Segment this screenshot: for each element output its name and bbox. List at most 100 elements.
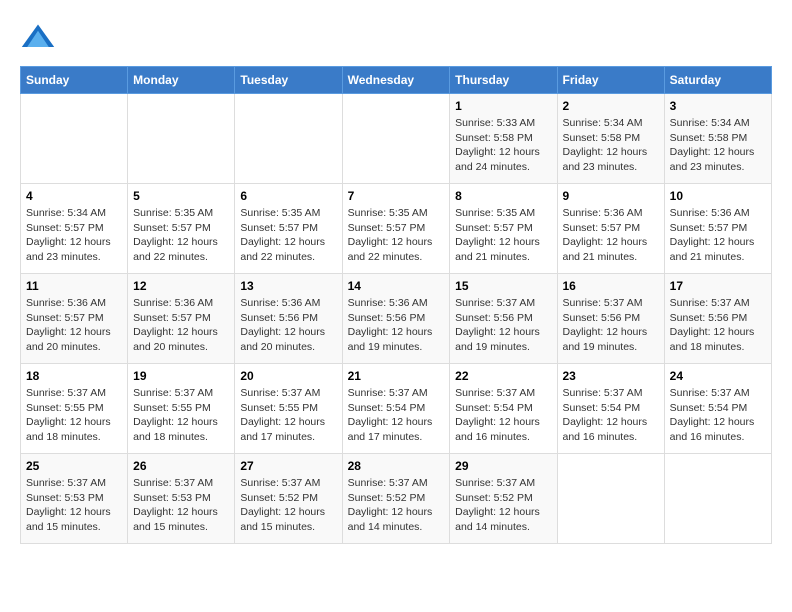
calendar-week-row: 4 Sunrise: 5:34 AM Sunset: 5:57 PM Daylig… <box>21 184 772 274</box>
day-info: Sunrise: 5:37 AM Sunset: 5:56 PM Dayligh… <box>455 296 551 355</box>
day-number: 22 <box>455 369 551 383</box>
day-info: Sunrise: 5:36 AM Sunset: 5:57 PM Dayligh… <box>670 206 766 265</box>
calendar-header-row: SundayMondayTuesdayWednesdayThursdayFrid… <box>21 67 772 94</box>
day-number: 16 <box>563 279 659 293</box>
calendar-cell: 5 Sunrise: 5:35 AM Sunset: 5:57 PM Daylig… <box>128 184 235 274</box>
calendar-cell: 29 Sunrise: 5:37 AM Sunset: 5:52 PM Dayli… <box>450 454 557 544</box>
calendar-cell <box>664 454 771 544</box>
day-number: 5 <box>133 189 229 203</box>
day-number: 1 <box>455 99 551 113</box>
weekday-header-thursday: Thursday <box>450 67 557 94</box>
page-header <box>20 20 772 56</box>
day-info: Sunrise: 5:37 AM Sunset: 5:52 PM Dayligh… <box>455 476 551 535</box>
logo <box>20 20 60 56</box>
day-info: Sunrise: 5:37 AM Sunset: 5:55 PM Dayligh… <box>133 386 229 445</box>
day-number: 9 <box>563 189 659 203</box>
day-number: 19 <box>133 369 229 383</box>
day-info: Sunrise: 5:36 AM Sunset: 5:57 PM Dayligh… <box>26 296 122 355</box>
calendar-cell: 6 Sunrise: 5:35 AM Sunset: 5:57 PM Daylig… <box>235 184 342 274</box>
day-number: 11 <box>26 279 122 293</box>
day-info: Sunrise: 5:35 AM Sunset: 5:57 PM Dayligh… <box>240 206 336 265</box>
weekday-header-tuesday: Tuesday <box>235 67 342 94</box>
day-info: Sunrise: 5:37 AM Sunset: 5:53 PM Dayligh… <box>133 476 229 535</box>
calendar-cell: 4 Sunrise: 5:34 AM Sunset: 5:57 PM Daylig… <box>21 184 128 274</box>
calendar-cell: 27 Sunrise: 5:37 AM Sunset: 5:52 PM Dayli… <box>235 454 342 544</box>
calendar-cell: 23 Sunrise: 5:37 AM Sunset: 5:54 PM Dayli… <box>557 364 664 454</box>
calendar-week-row: 25 Sunrise: 5:37 AM Sunset: 5:53 PM Dayli… <box>21 454 772 544</box>
day-number: 12 <box>133 279 229 293</box>
weekday-header-friday: Friday <box>557 67 664 94</box>
day-number: 29 <box>455 459 551 473</box>
day-info: Sunrise: 5:34 AM Sunset: 5:57 PM Dayligh… <box>26 206 122 265</box>
calendar-cell: 9 Sunrise: 5:36 AM Sunset: 5:57 PM Daylig… <box>557 184 664 274</box>
day-number: 26 <box>133 459 229 473</box>
day-info: Sunrise: 5:37 AM Sunset: 5:54 PM Dayligh… <box>670 386 766 445</box>
calendar-cell: 21 Sunrise: 5:37 AM Sunset: 5:54 PM Dayli… <box>342 364 450 454</box>
day-info: Sunrise: 5:36 AM Sunset: 5:56 PM Dayligh… <box>348 296 445 355</box>
calendar-cell: 10 Sunrise: 5:36 AM Sunset: 5:57 PM Dayli… <box>664 184 771 274</box>
day-info: Sunrise: 5:35 AM Sunset: 5:57 PM Dayligh… <box>348 206 445 265</box>
calendar-cell: 16 Sunrise: 5:37 AM Sunset: 5:56 PM Dayli… <box>557 274 664 364</box>
weekday-header-wednesday: Wednesday <box>342 67 450 94</box>
day-number: 8 <box>455 189 551 203</box>
day-info: Sunrise: 5:37 AM Sunset: 5:53 PM Dayligh… <box>26 476 122 535</box>
day-number: 3 <box>670 99 766 113</box>
calendar-cell: 1 Sunrise: 5:33 AM Sunset: 5:58 PM Daylig… <box>450 94 557 184</box>
calendar-cell <box>342 94 450 184</box>
calendar-cell: 20 Sunrise: 5:37 AM Sunset: 5:55 PM Dayli… <box>235 364 342 454</box>
calendar-cell <box>557 454 664 544</box>
calendar-cell: 26 Sunrise: 5:37 AM Sunset: 5:53 PM Dayli… <box>128 454 235 544</box>
weekday-header-monday: Monday <box>128 67 235 94</box>
day-info: Sunrise: 5:37 AM Sunset: 5:52 PM Dayligh… <box>348 476 445 535</box>
day-info: Sunrise: 5:37 AM Sunset: 5:55 PM Dayligh… <box>26 386 122 445</box>
day-info: Sunrise: 5:37 AM Sunset: 5:54 PM Dayligh… <box>563 386 659 445</box>
calendar-table: SundayMondayTuesdayWednesdayThursdayFrid… <box>20 66 772 544</box>
calendar-week-row: 18 Sunrise: 5:37 AM Sunset: 5:55 PM Dayli… <box>21 364 772 454</box>
calendar-cell: 2 Sunrise: 5:34 AM Sunset: 5:58 PM Daylig… <box>557 94 664 184</box>
day-info: Sunrise: 5:33 AM Sunset: 5:58 PM Dayligh… <box>455 116 551 175</box>
day-number: 23 <box>563 369 659 383</box>
calendar-cell: 13Sunrise: 5:36 AM Sunset: 5:56 PM Dayli… <box>235 274 342 364</box>
day-number: 20 <box>240 369 336 383</box>
calendar-cell: 14 Sunrise: 5:36 AM Sunset: 5:56 PM Dayli… <box>342 274 450 364</box>
day-info: Sunrise: 5:37 AM Sunset: 5:56 PM Dayligh… <box>670 296 766 355</box>
day-number: 25 <box>26 459 122 473</box>
calendar-cell <box>21 94 128 184</box>
day-number: 15 <box>455 279 551 293</box>
calendar-week-row: 11 Sunrise: 5:36 AM Sunset: 5:57 PM Dayli… <box>21 274 772 364</box>
day-info: Sunrise: 5:37 AM Sunset: 5:55 PM Dayligh… <box>240 386 336 445</box>
calendar-cell: 25 Sunrise: 5:37 AM Sunset: 5:53 PM Dayli… <box>21 454 128 544</box>
day-info: Sunrise: 5:37 AM Sunset: 5:54 PM Dayligh… <box>348 386 445 445</box>
day-number: 4 <box>26 189 122 203</box>
day-number: 27 <box>240 459 336 473</box>
day-info: Sunrise: 5:37 AM Sunset: 5:56 PM Dayligh… <box>563 296 659 355</box>
calendar-cell: 22 Sunrise: 5:37 AM Sunset: 5:54 PM Dayli… <box>450 364 557 454</box>
day-info: Sunrise: 5:36 AM Sunset: 5:57 PM Dayligh… <box>133 296 229 355</box>
day-info: Sunrise: 5:37 AM Sunset: 5:54 PM Dayligh… <box>455 386 551 445</box>
day-info: Sunrise: 5:37 AM Sunset: 5:52 PM Dayligh… <box>240 476 336 535</box>
calendar-cell: 11 Sunrise: 5:36 AM Sunset: 5:57 PM Dayli… <box>21 274 128 364</box>
calendar-cell: 24 Sunrise: 5:37 AM Sunset: 5:54 PM Dayli… <box>664 364 771 454</box>
day-info: Sunrise: 5:36 AM Sunset: 5:57 PM Dayligh… <box>563 206 659 265</box>
calendar-cell: 8 Sunrise: 5:35 AM Sunset: 5:57 PM Daylig… <box>450 184 557 274</box>
day-number: 17 <box>670 279 766 293</box>
day-number: 6 <box>240 189 336 203</box>
day-number: 10 <box>670 189 766 203</box>
day-number: 14 <box>348 279 445 293</box>
day-number: 7 <box>348 189 445 203</box>
day-number: 24 <box>670 369 766 383</box>
day-info: Sunrise: 5:35 AM Sunset: 5:57 PM Dayligh… <box>133 206 229 265</box>
day-info: Sunrise: 5:35 AM Sunset: 5:57 PM Dayligh… <box>455 206 551 265</box>
day-number: 18 <box>26 369 122 383</box>
calendar-week-row: 1 Sunrise: 5:33 AM Sunset: 5:58 PM Daylig… <box>21 94 772 184</box>
calendar-cell: 15 Sunrise: 5:37 AM Sunset: 5:56 PM Dayli… <box>450 274 557 364</box>
day-number: 21 <box>348 369 445 383</box>
day-info: Sunrise: 5:34 AM Sunset: 5:58 PM Dayligh… <box>563 116 659 175</box>
logo-icon <box>20 20 56 56</box>
day-info: Sunrise: 5:36 AM Sunset: 5:56 PM Dayligh… <box>240 296 336 355</box>
day-info: Sunrise: 5:34 AM Sunset: 5:58 PM Dayligh… <box>670 116 766 175</box>
calendar-cell: 19 Sunrise: 5:37 AM Sunset: 5:55 PM Dayli… <box>128 364 235 454</box>
calendar-cell: 18 Sunrise: 5:37 AM Sunset: 5:55 PM Dayli… <box>21 364 128 454</box>
day-number: 2 <box>563 99 659 113</box>
day-number: 28 <box>348 459 445 473</box>
